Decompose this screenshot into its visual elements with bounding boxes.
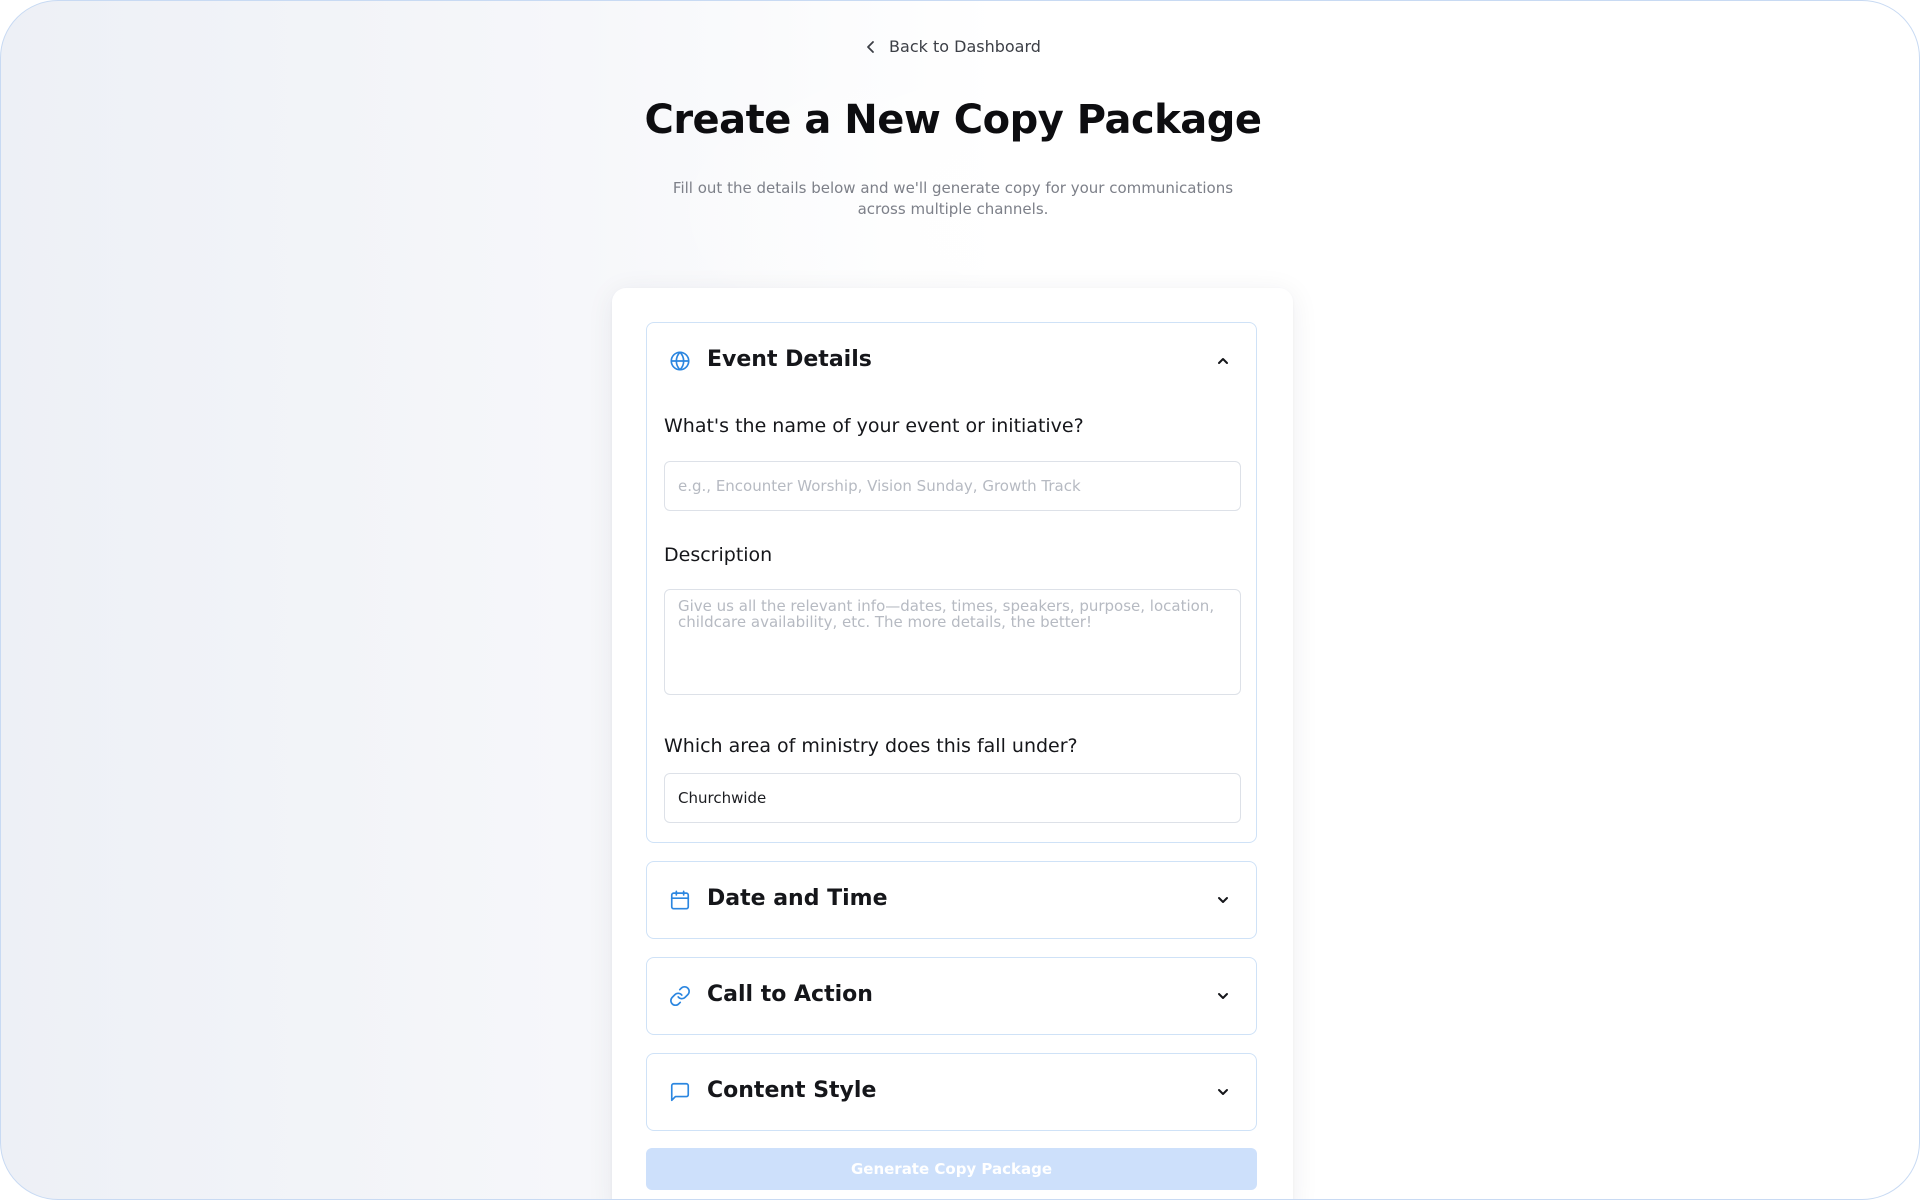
ministry-area-label: Which area of ministry does this fall un… — [664, 735, 1078, 757]
section-event-details: Event Details What's the name of your ev… — [646, 322, 1257, 843]
section-date-time[interactable]: Date and Time — [646, 861, 1257, 939]
back-to-dashboard-link[interactable]: Back to Dashboard — [1, 37, 1905, 56]
link-icon — [669, 985, 691, 1007]
generate-copy-package-button[interactable]: Generate Copy Package — [646, 1148, 1257, 1190]
section-title: Call to Action — [707, 982, 873, 1007]
form-card: Event Details What's the name of your ev… — [612, 288, 1293, 1199]
calendar-icon — [669, 889, 691, 911]
section-call-to-action[interactable]: Call to Action — [646, 957, 1257, 1035]
chevron-down-icon[interactable] — [1216, 1084, 1230, 1098]
event-name-label: What's the name of your event or initiat… — [664, 415, 1084, 437]
page-title: Create a New Copy Package — [644, 97, 1262, 143]
section-title: Content Style — [707, 1078, 877, 1103]
section-date-time-header[interactable]: Date and Time — [647, 862, 1256, 938]
section-content-style[interactable]: Content Style — [646, 1053, 1257, 1131]
section-event-details-header[interactable]: Event Details — [647, 323, 1256, 399]
chevron-up-icon[interactable] — [1216, 353, 1230, 367]
message-square-icon — [669, 1081, 691, 1103]
description-textarea[interactable] — [664, 589, 1241, 695]
description-label: Description — [664, 544, 773, 566]
event-name-input[interactable] — [664, 461, 1241, 511]
section-content-style-header[interactable]: Content Style — [647, 1054, 1256, 1130]
page-subtitle: Fill out the details below and we'll gen… — [672, 179, 1234, 218]
chevron-left-icon — [865, 40, 877, 54]
chevron-down-icon[interactable] — [1216, 892, 1230, 906]
back-link-label: Back to Dashboard — [889, 37, 1041, 56]
section-call-to-action-header[interactable]: Call to Action — [647, 958, 1256, 1034]
section-title: Date and Time — [707, 886, 888, 911]
globe-icon — [669, 350, 691, 372]
chevron-down-icon[interactable] — [1216, 988, 1230, 1002]
ministry-area-input[interactable] — [664, 773, 1241, 823]
section-title: Event Details — [707, 347, 872, 372]
app-window: Back to Dashboard Create a New Copy Pack… — [0, 0, 1920, 1200]
